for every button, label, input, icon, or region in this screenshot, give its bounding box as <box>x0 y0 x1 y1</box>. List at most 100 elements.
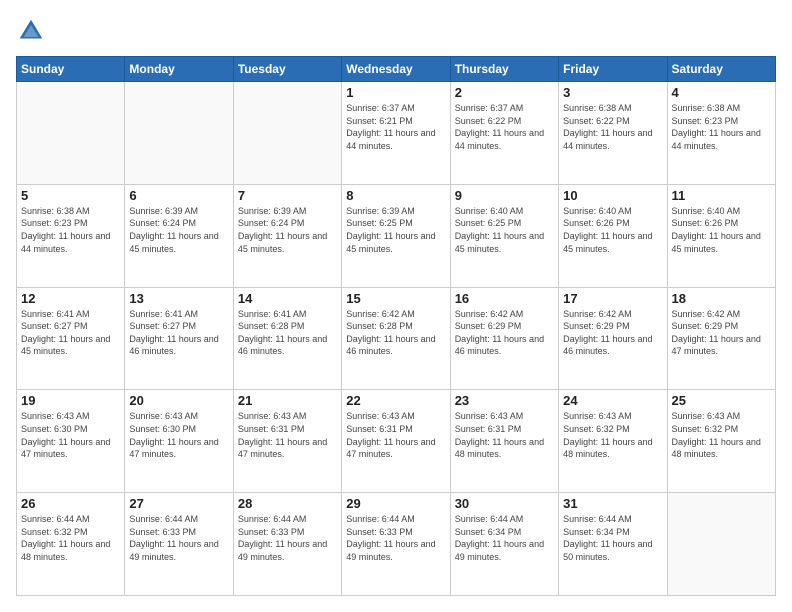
day-info: Sunrise: 6:42 AM Sunset: 6:29 PM Dayligh… <box>672 308 771 358</box>
calendar-cell: 9Sunrise: 6:40 AM Sunset: 6:25 PM Daylig… <box>450 184 558 287</box>
calendar-cell: 22 Sunrise: 6:43 AM Sunset: 6:31 PM Dayli… <box>342 390 450 493</box>
weekday-thursday: Thursday <box>450 57 558 82</box>
calendar-cell: 18 Sunrise: 6:42 AM Sunset: 6:29 PM Dayli… <box>667 287 775 390</box>
week-row-1: 1Sunrise: 6:37 AM Sunset: 6:21 PM Daylig… <box>17 82 776 185</box>
calendar-cell <box>667 493 775 596</box>
day-info: Sunrise: 6:42 AM Sunset: 6:28 PM Dayligh… <box>346 308 445 358</box>
day-number: 17 <box>563 291 662 306</box>
calendar-cell <box>233 82 341 185</box>
day-info: Sunrise: 6:41 AM Sunset: 6:28 PM Dayligh… <box>238 308 337 358</box>
day-info: Sunrise: 6:38 AM Sunset: 6:23 PM Dayligh… <box>21 205 120 255</box>
day-number: 3 <box>563 85 662 100</box>
week-row-3: 12 Sunrise: 6:41 AM Sunset: 6:27 PM Dayli… <box>17 287 776 390</box>
calendar-cell: 31 Sunrise: 6:44 AM Sunset: 6:34 PM Dayli… <box>559 493 667 596</box>
day-number: 5 <box>21 188 120 203</box>
calendar-cell: 3 Sunrise: 6:38 AM Sunset: 6:22 PM Daylig… <box>559 82 667 185</box>
day-info: Sunrise: 6:38 AM Sunset: 6:22 PM Dayligh… <box>563 102 662 152</box>
calendar-cell: 5 Sunrise: 6:38 AM Sunset: 6:23 PM Daylig… <box>17 184 125 287</box>
day-number: 26 <box>21 496 120 511</box>
day-number: 10 <box>563 188 662 203</box>
weekday-wednesday: Wednesday <box>342 57 450 82</box>
day-number: 21 <box>238 393 337 408</box>
calendar-cell: 25 Sunrise: 6:43 AM Sunset: 6:32 PM Dayli… <box>667 390 775 493</box>
calendar-cell: 27 Sunrise: 6:44 AM Sunset: 6:33 PM Dayli… <box>125 493 233 596</box>
calendar-cell: 20Sunrise: 6:43 AM Sunset: 6:30 PM Dayli… <box>125 390 233 493</box>
day-number: 14 <box>238 291 337 306</box>
day-info: Sunrise: 6:43 AM Sunset: 6:31 PM Dayligh… <box>238 410 337 460</box>
day-number: 19 <box>21 393 120 408</box>
calendar-cell: 10 Sunrise: 6:40 AM Sunset: 6:26 PM Dayli… <box>559 184 667 287</box>
calendar-cell <box>125 82 233 185</box>
day-number: 8 <box>346 188 445 203</box>
day-info: Sunrise: 6:43 AM Sunset: 6:30 PM Dayligh… <box>129 410 228 460</box>
calendar-cell: 14 Sunrise: 6:41 AM Sunset: 6:28 PM Dayli… <box>233 287 341 390</box>
day-info: Sunrise: 6:37 AM Sunset: 6:22 PM Dayligh… <box>455 102 554 152</box>
calendar-cell: 17 Sunrise: 6:42 AM Sunset: 6:29 PM Dayli… <box>559 287 667 390</box>
day-number: 24 <box>563 393 662 408</box>
calendar-cell: 26 Sunrise: 6:44 AM Sunset: 6:32 PM Dayli… <box>17 493 125 596</box>
day-info: Sunrise: 6:43 AM Sunset: 6:32 PM Dayligh… <box>672 410 771 460</box>
day-info: Sunrise: 6:39 AM Sunset: 6:24 PM Dayligh… <box>238 205 337 255</box>
day-number: 13 <box>129 291 228 306</box>
page: SundayMondayTuesdayWednesdayThursdayFrid… <box>0 0 792 612</box>
logo <box>16 16 50 46</box>
calendar-cell: 7 Sunrise: 6:39 AM Sunset: 6:24 PM Daylig… <box>233 184 341 287</box>
week-row-5: 26 Sunrise: 6:44 AM Sunset: 6:32 PM Dayli… <box>17 493 776 596</box>
day-number: 12 <box>21 291 120 306</box>
calendar-cell: 29Sunrise: 6:44 AM Sunset: 6:33 PM Dayli… <box>342 493 450 596</box>
calendar-cell: 11Sunrise: 6:40 AM Sunset: 6:26 PM Dayli… <box>667 184 775 287</box>
day-number: 4 <box>672 85 771 100</box>
calendar-cell <box>17 82 125 185</box>
calendar-cell: 4 Sunrise: 6:38 AM Sunset: 6:23 PM Daylig… <box>667 82 775 185</box>
day-number: 30 <box>455 496 554 511</box>
weekday-sunday: Sunday <box>17 57 125 82</box>
day-number: 2 <box>455 85 554 100</box>
calendar-cell: 30 Sunrise: 6:44 AM Sunset: 6:34 PM Dayli… <box>450 493 558 596</box>
day-info: Sunrise: 6:43 AM Sunset: 6:31 PM Dayligh… <box>346 410 445 460</box>
calendar-cell: 1Sunrise: 6:37 AM Sunset: 6:21 PM Daylig… <box>342 82 450 185</box>
day-number: 22 <box>346 393 445 408</box>
day-number: 18 <box>672 291 771 306</box>
day-info: Sunrise: 6:42 AM Sunset: 6:29 PM Dayligh… <box>455 308 554 358</box>
day-number: 15 <box>346 291 445 306</box>
calendar-cell: 21 Sunrise: 6:43 AM Sunset: 6:31 PM Dayli… <box>233 390 341 493</box>
logo-icon <box>16 16 46 46</box>
day-info: Sunrise: 6:44 AM Sunset: 6:32 PM Dayligh… <box>21 513 120 563</box>
weekday-friday: Friday <box>559 57 667 82</box>
week-row-4: 19 Sunrise: 6:43 AM Sunset: 6:30 PM Dayli… <box>17 390 776 493</box>
week-row-2: 5 Sunrise: 6:38 AM Sunset: 6:23 PM Daylig… <box>17 184 776 287</box>
day-number: 9 <box>455 188 554 203</box>
day-number: 23 <box>455 393 554 408</box>
day-number: 28 <box>238 496 337 511</box>
day-info: Sunrise: 6:44 AM Sunset: 6:33 PM Dayligh… <box>129 513 228 563</box>
calendar-cell: 19Sunrise: 6:43 AM Sunset: 6:30 PM Dayli… <box>17 390 125 493</box>
day-info: Sunrise: 6:41 AM Sunset: 6:27 PM Dayligh… <box>21 308 120 358</box>
day-info: Sunrise: 6:42 AM Sunset: 6:29 PM Dayligh… <box>563 308 662 358</box>
day-info: Sunrise: 6:38 AM Sunset: 6:23 PM Dayligh… <box>672 102 771 152</box>
calendar-cell: 23Sunrise: 6:43 AM Sunset: 6:31 PM Dayli… <box>450 390 558 493</box>
weekday-monday: Monday <box>125 57 233 82</box>
day-info: Sunrise: 6:40 AM Sunset: 6:26 PM Dayligh… <box>563 205 662 255</box>
day-info: Sunrise: 6:44 AM Sunset: 6:33 PM Dayligh… <box>238 513 337 563</box>
day-number: 27 <box>129 496 228 511</box>
calendar-cell: 12 Sunrise: 6:41 AM Sunset: 6:27 PM Dayli… <box>17 287 125 390</box>
day-number: 25 <box>672 393 771 408</box>
day-info: Sunrise: 6:43 AM Sunset: 6:32 PM Dayligh… <box>563 410 662 460</box>
day-info: Sunrise: 6:44 AM Sunset: 6:34 PM Dayligh… <box>455 513 554 563</box>
calendar-cell: 16Sunrise: 6:42 AM Sunset: 6:29 PM Dayli… <box>450 287 558 390</box>
day-number: 6 <box>129 188 228 203</box>
calendar-cell: 6 Sunrise: 6:39 AM Sunset: 6:24 PM Daylig… <box>125 184 233 287</box>
day-info: Sunrise: 6:41 AM Sunset: 6:27 PM Dayligh… <box>129 308 228 358</box>
calendar-cell: 8Sunrise: 6:39 AM Sunset: 6:25 PM Daylig… <box>342 184 450 287</box>
weekday-tuesday: Tuesday <box>233 57 341 82</box>
calendar-table: SundayMondayTuesdayWednesdayThursdayFrid… <box>16 56 776 596</box>
calendar-cell: 28 Sunrise: 6:44 AM Sunset: 6:33 PM Dayli… <box>233 493 341 596</box>
day-info: Sunrise: 6:44 AM Sunset: 6:34 PM Dayligh… <box>563 513 662 563</box>
calendar-cell: 24 Sunrise: 6:43 AM Sunset: 6:32 PM Dayli… <box>559 390 667 493</box>
weekday-saturday: Saturday <box>667 57 775 82</box>
day-number: 7 <box>238 188 337 203</box>
calendar-cell: 15 Sunrise: 6:42 AM Sunset: 6:28 PM Dayli… <box>342 287 450 390</box>
day-number: 31 <box>563 496 662 511</box>
day-info: Sunrise: 6:39 AM Sunset: 6:24 PM Dayligh… <box>129 205 228 255</box>
weekday-header-row: SundayMondayTuesdayWednesdayThursdayFrid… <box>17 57 776 82</box>
